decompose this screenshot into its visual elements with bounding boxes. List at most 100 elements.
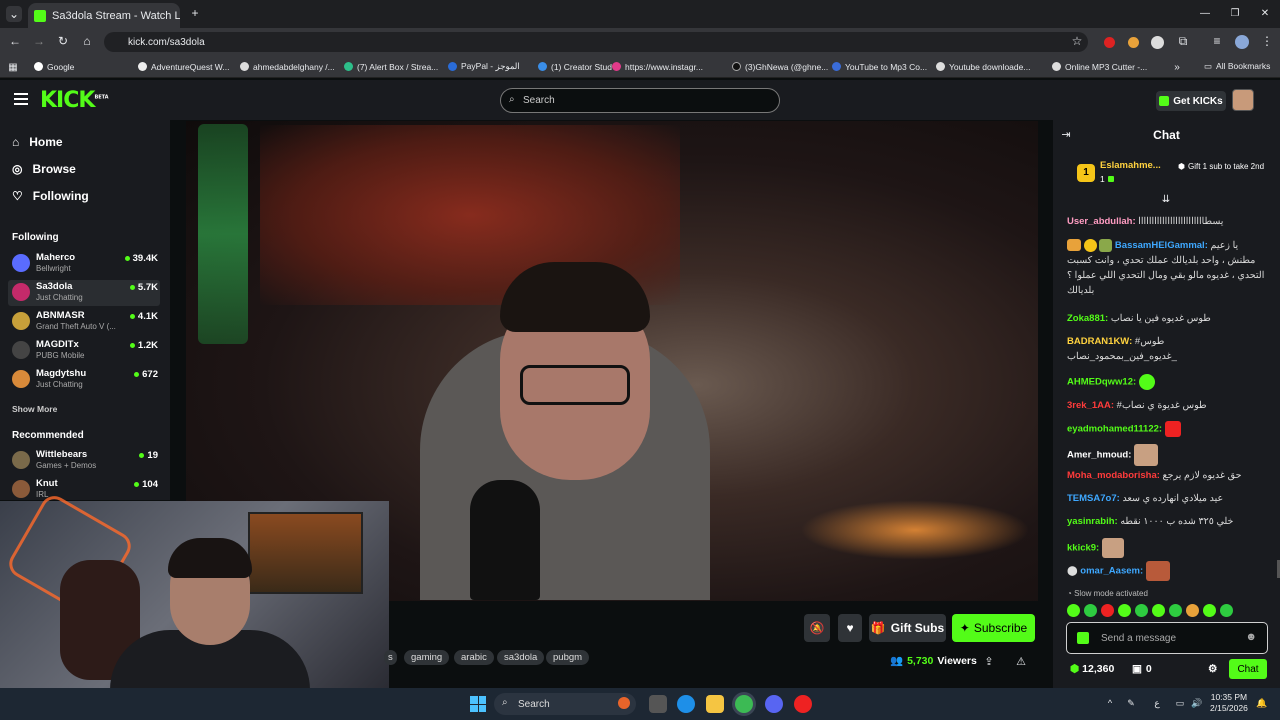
tag[interactable]: pubgm <box>546 650 590 665</box>
forward-icon[interactable]: → <box>32 34 46 48</box>
nav-browse[interactable]: ◎ Browse <box>12 162 76 176</box>
media-control-icon[interactable]: ≡ <box>1210 34 1224 48</box>
show-more-link[interactable]: Show More <box>12 404 57 414</box>
kick-logo[interactable]: KICKBETA <box>40 88 109 113</box>
all-bookmarks[interactable]: ▭ All Bookmarks <box>1204 61 1270 72</box>
extension-icon[interactable] <box>1128 37 1139 48</box>
bookmark[interactable]: (3)GhNewa (@ghne... <box>732 62 832 72</box>
channel-item[interactable]: Maherco Bellwright 39.4K <box>8 251 160 277</box>
discord-icon[interactable] <box>765 695 783 713</box>
language-icon[interactable]: ع <box>1152 698 1162 708</box>
expand-pinned-icon[interactable]: ⇊ <box>1160 193 1172 205</box>
emote-icon[interactable] <box>1169 604 1182 617</box>
network-icon[interactable]: ▭ <box>1175 698 1185 708</box>
tag[interactable]: gaming <box>404 650 450 665</box>
pen-icon[interactable]: ✎ <box>1126 698 1136 708</box>
new-tab-icon[interactable]: + <box>188 6 202 20</box>
extension-icon[interactable] <box>1104 37 1115 48</box>
close-window-icon[interactable]: ✕ <box>1258 6 1272 20</box>
bookmark[interactable]: https://www.instagr... <box>612 62 732 72</box>
bookmark[interactable]: Online MP3 Cutter -... <box>1052 62 1162 72</box>
nav-following[interactable]: ♡ Following <box>12 189 89 203</box>
bookmark-star-icon[interactable]: ☆ <box>1070 34 1084 48</box>
url-field[interactable]: kick.com/sa3dola <box>104 32 1088 52</box>
emote-icon[interactable] <box>1220 604 1233 617</box>
taskbar-search[interactable]: ⌕ Search <box>494 693 636 715</box>
tab-search-icon[interactable]: ⌄ <box>6 6 22 22</box>
hamburger-menu-icon[interactable] <box>14 93 28 105</box>
send-chat-button[interactable]: Chat <box>1229 659 1267 679</box>
channel-points[interactable]: ▣ 0 <box>1132 663 1152 675</box>
browser-tab[interactable]: Sa3dola Stream - Watch Liv 🔊 ✕ <box>28 3 180 28</box>
search-input[interactable]: ⌕ Search <box>500 88 780 113</box>
tray-chevron-icon[interactable]: ^ <box>1105 698 1115 708</box>
viewer-count: 5.7K <box>129 282 158 293</box>
bookmark[interactable]: (7) Alert Box / Strea... <box>344 62 448 72</box>
extensions-puzzle-icon[interactable]: ⧉ <box>1176 34 1190 48</box>
system-clock[interactable]: 10:35 PM 2/15/2026 <box>1210 692 1248 714</box>
notifications-icon[interactable]: 🔔 <box>1256 698 1267 708</box>
subscribe-button[interactable]: ✦ Subscribe <box>952 614 1035 642</box>
emote-icon[interactable] <box>1203 604 1216 617</box>
emoji-picker-icon[interactable]: ☻ <box>1245 631 1257 643</box>
chat-title: Chat <box>1153 128 1180 142</box>
maximize-icon[interactable]: ❐ <box>1228 6 1242 20</box>
top-gifter-name[interactable]: Eslamahme... <box>1100 160 1161 171</box>
chrome-icon[interactable] <box>735 695 753 713</box>
start-button-icon[interactable] <box>470 696 486 712</box>
apps-grid-icon[interactable]: ▦ <box>6 60 20 74</box>
user-avatar[interactable] <box>1232 89 1254 111</box>
reload-icon[interactable]: ↻ <box>56 34 70 48</box>
tag[interactable]: arabic <box>454 650 494 665</box>
follow-button[interactable]: ♥ <box>838 614 862 642</box>
channel-item[interactable]: Magdytshu Just Chatting 672 <box>8 367 160 393</box>
volume-icon[interactable]: 🔊 <box>1191 698 1202 708</box>
get-kicks-button[interactable]: Get KICKs <box>1156 91 1226 111</box>
bookmark[interactable]: ahmedabdelghany /... <box>240 62 344 72</box>
gift-prompt[interactable]: ⬢ Gift 1 sub to take 2nd <box>1178 162 1268 171</box>
nav-home[interactable]: ⌂ Home <box>12 135 63 149</box>
channel-item[interactable]: Wittlebears Games + Demos 19 <box>8 448 160 474</box>
emote-icon[interactable] <box>1118 604 1131 617</box>
share-icon[interactable]: ⇪ <box>983 655 995 668</box>
search-icon: ⌕ <box>502 697 508 708</box>
emote-icon[interactable] <box>1084 604 1097 617</box>
bookmark[interactable]: YouTube to Mp3 Co... <box>832 62 936 72</box>
report-icon[interactable]: ⚠ <box>1015 655 1027 668</box>
tiktok-icon <box>732 62 741 71</box>
emote-icon[interactable] <box>1135 604 1148 617</box>
channel-item-active[interactable]: Sa3dola Just Chatting 5.7K <box>8 280 160 306</box>
more-bookmarks-icon[interactable]: » <box>1172 60 1182 74</box>
back-icon[interactable]: ← <box>8 34 22 48</box>
bookmark[interactable]: PayPal - الموجز <box>448 61 538 72</box>
bookmark[interactable]: Google <box>34 62 138 72</box>
file-explorer-icon[interactable] <box>706 695 724 713</box>
kicks-balance[interactable]: ⬢ 12,360 <box>1070 663 1114 675</box>
profile-avatar[interactable] <box>1235 35 1249 49</box>
channel-item[interactable]: MAGDITx PUBG Mobile 1.2K <box>8 338 160 364</box>
home-browser-icon[interactable]: ⌂ <box>80 34 94 48</box>
tag[interactable]: sa3dola <box>497 650 545 665</box>
channel-item[interactable]: Knut IRL 104 <box>8 477 160 503</box>
channel-item[interactable]: ABNMASR Grand Theft Auto V (... 4.1K <box>8 309 160 335</box>
menu-kebab-icon[interactable]: ⋮ <box>1260 34 1274 48</box>
bookmark[interactable]: AdventureQuest W... <box>138 62 240 72</box>
extension-icon[interactable] <box>1151 36 1164 49</box>
edge-icon[interactable] <box>677 695 695 713</box>
chat-settings-icon[interactable]: ⚙ <box>1208 663 1217 675</box>
obs-icon[interactable] <box>794 695 812 713</box>
emote-icon[interactable] <box>1067 604 1080 617</box>
bookmark[interactable]: Youtube downloade... <box>936 62 1052 72</box>
gift-subs-button[interactable]: 🎁 Gift Subs <box>869 614 946 642</box>
emote-icon[interactable] <box>1101 604 1114 617</box>
chat-message-input[interactable]: Send a message ☻ <box>1066 622 1268 654</box>
search-icon: ⌕ <box>509 94 515 105</box>
tag-partial[interactable]: s <box>384 650 397 665</box>
bookmark[interactable]: (1) Creator Studio <box>538 62 612 72</box>
emote-icon[interactable] <box>1152 604 1165 617</box>
emote-icon[interactable] <box>1186 604 1199 617</box>
minimize-icon[interactable]: — <box>1198 6 1212 20</box>
task-view-icon[interactable] <box>649 695 667 713</box>
gift-sub-icon[interactable] <box>1077 632 1089 644</box>
mute-notifications-button[interactable]: 🔕 <box>804 614 830 642</box>
